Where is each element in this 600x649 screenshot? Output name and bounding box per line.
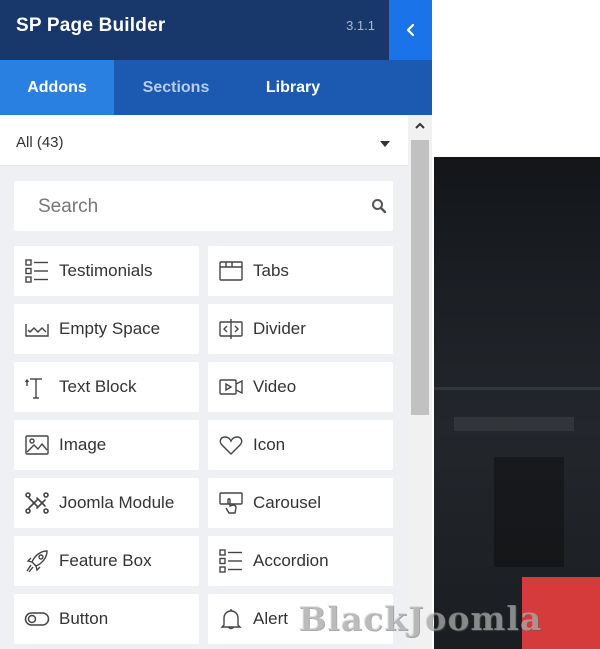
chevron-up-icon	[415, 122, 425, 129]
addon-label: Empty Space	[59, 319, 161, 338]
hero-light-streak	[454, 417, 574, 431]
addon-empty-space[interactable]: Empty Space	[14, 304, 199, 354]
page-builder-panel: SP Page Builder 3.1.1 Addons Sections Li…	[0, 0, 432, 649]
addon-label: Tabs	[253, 261, 289, 280]
addon-label: Joomla Module	[59, 493, 175, 512]
addon-label: Divider	[253, 319, 306, 338]
addon-image[interactable]: Image	[14, 420, 199, 470]
addon-divider[interactable]: Divider	[208, 304, 393, 354]
app-title: SP Page Builder	[16, 15, 166, 36]
hero-light-streak	[434, 387, 600, 390]
addon-search-box	[14, 181, 393, 231]
hero-silhouette	[494, 457, 564, 567]
addon-text-block[interactable]: Text Block	[14, 362, 199, 412]
search-input[interactable]	[36, 193, 340, 221]
video-icon	[219, 379, 243, 395]
scroll-up-button[interactable]	[408, 115, 432, 137]
addon-icon[interactable]: Icon	[208, 420, 393, 470]
tabs-icon	[219, 261, 243, 281]
addon-label: Button	[59, 609, 109, 628]
accordion-icon	[219, 549, 242, 573]
addon-carousel[interactable]: Carousel	[208, 478, 393, 528]
addon-button[interactable]: Button	[14, 594, 199, 644]
text-block-icon	[24, 378, 42, 399]
carousel-icon	[219, 492, 243, 514]
collapse-panel-button[interactable]	[389, 0, 432, 60]
addon-joomla-module[interactable]: Joomla Module	[14, 478, 199, 528]
addon-feature-box[interactable]: Feature Box	[14, 536, 199, 586]
joomla-icon	[25, 492, 49, 514]
addon-label: Carousel	[253, 493, 322, 512]
image-icon	[25, 435, 49, 455]
addon-label: Text Block	[59, 377, 137, 396]
empty-space-icon	[25, 324, 49, 337]
tab-addons[interactable]: Addons	[0, 60, 114, 115]
addon-label: Accordion	[253, 551, 329, 570]
addon-label: Alert	[253, 609, 288, 628]
search-icon[interactable]	[371, 198, 387, 214]
rocket-icon	[26, 550, 48, 573]
addon-category-select[interactable]: All (43)	[0, 115, 408, 166]
panel-header: SP Page Builder 3.1.1	[0, 0, 389, 60]
addon-video[interactable]: Video	[208, 362, 393, 412]
hero-background-image	[434, 157, 600, 649]
watermark: BlackJoomla	[298, 599, 543, 638]
addon-label: Image	[59, 435, 107, 454]
category-select-value: All (43)	[16, 134, 64, 151]
chevron-left-icon	[406, 23, 414, 37]
addon-list: Testimonials Tabs Empty Space Divider Te…	[14, 246, 394, 649]
addon-testimonials[interactable]: Testimonials	[14, 246, 199, 296]
toggle-icon	[24, 612, 50, 626]
addon-tabs[interactable]: Tabs	[208, 246, 393, 296]
version-label: 3.1.1	[346, 18, 375, 33]
addon-label: Video	[253, 377, 297, 396]
addon-label: Testimonials	[59, 261, 153, 280]
page-canvas	[432, 0, 600, 649]
tab-library[interactable]: Library	[238, 60, 348, 115]
bell-icon	[220, 609, 242, 630]
scrollbar-thumb[interactable]	[411, 140, 429, 415]
list-icon	[25, 259, 48, 283]
panel-scrollbar[interactable]	[408, 115, 432, 649]
divider-icon	[219, 319, 243, 339]
addon-accordion[interactable]: Accordion	[208, 536, 393, 586]
addon-label: Feature Box	[59, 551, 152, 570]
tab-bar: Addons Sections Library	[0, 60, 432, 115]
addon-label: Icon	[253, 435, 286, 454]
tab-sections[interactable]: Sections	[114, 60, 238, 115]
heart-icon	[219, 436, 243, 455]
caret-down-icon	[380, 141, 390, 147]
